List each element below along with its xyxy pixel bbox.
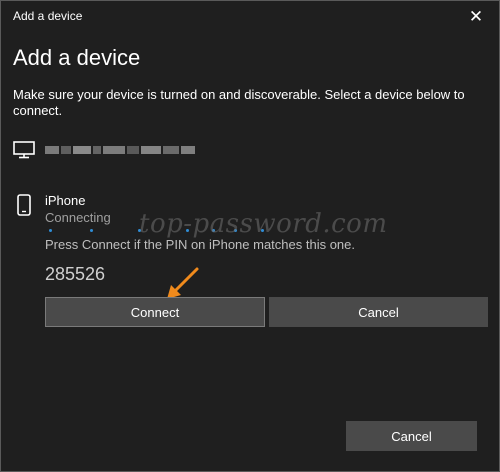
close-button[interactable]: ✕	[453, 1, 499, 33]
monitor-icon	[13, 141, 35, 159]
close-icon: ✕	[468, 7, 484, 26]
pin-code: 285526	[45, 264, 106, 284]
instructions-text: Make sure your device is turned on and d…	[13, 87, 465, 118]
pin-instructions: Press Connect if the PIN on iPhone match…	[45, 237, 356, 252]
device-status: Connecting	[45, 210, 111, 225]
page-title: Add a device	[13, 45, 141, 70]
phone-icon	[17, 194, 31, 216]
add-device-dialog: Add a device ✕ Add a device Make sure yo…	[0, 0, 500, 472]
window-title: Add a device	[13, 9, 83, 23]
title-bar: Add a device ✕	[1, 1, 499, 33]
device-name: iPhone	[45, 193, 86, 208]
watermark: top-password.com	[139, 209, 388, 239]
cancel-pin-button[interactable]: Cancel	[269, 297, 488, 327]
blurred-device-name	[45, 141, 205, 154]
connect-button[interactable]: Connect	[45, 297, 265, 327]
cancel-button[interactable]: Cancel	[346, 421, 477, 451]
